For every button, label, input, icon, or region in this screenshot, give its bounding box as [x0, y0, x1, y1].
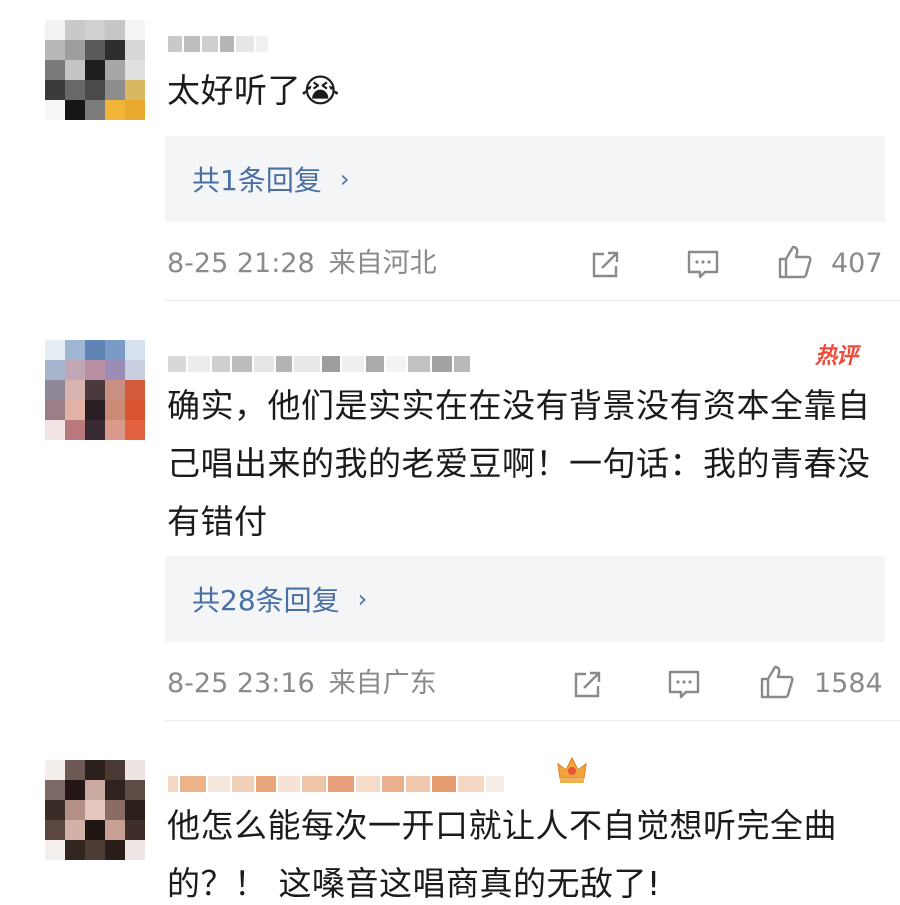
- reply-count-link[interactable]: 共28条回复: [192, 579, 340, 619]
- username[interactable]: [168, 776, 504, 792]
- like-icon[interactable]: [757, 662, 797, 702]
- comment-text: 确实，他们是实实在在没有背景没有资本全靠自己唱出来的我的老爱豆啊！一句话：我的青…: [167, 386, 871, 541]
- comment-item: 热评 确实，他们是实实在在没有背景没有资本全靠自己唱出来的我的老爱豆啊！一句话：…: [0, 300, 900, 721]
- reply-summary[interactable]: 共1条回复 ›: [165, 136, 885, 222]
- username[interactable]: [168, 36, 268, 52]
- avatar[interactable]: [45, 20, 145, 120]
- avatar[interactable]: [45, 340, 145, 440]
- share-icon[interactable]: [568, 664, 608, 704]
- timestamp: 8-25 21:28: [167, 248, 315, 279]
- reply-count-link[interactable]: 共1条回复: [192, 159, 322, 199]
- chevron-right-icon: ›: [339, 165, 350, 193]
- comment-icon[interactable]: [664, 664, 704, 704]
- crown-icon: [557, 756, 587, 783]
- chevron-right-icon: ›: [357, 585, 368, 613]
- like-count: 1584: [814, 668, 883, 699]
- timestamp: 8-25 23:16: [167, 668, 315, 699]
- like-count: 407: [831, 248, 883, 279]
- username[interactable]: [168, 356, 470, 372]
- comment-meta: 8-25 21:28 来自河北: [167, 246, 437, 282]
- comment-item: 他怎么能每次一开口就让人不自觉想听完全曲的？！ 这嗓音这唱商真的无敌了!: [0, 720, 900, 905]
- comment-text: 太好听了😭: [167, 71, 341, 110]
- comment-meta: 8-25 23:16 来自广东: [167, 666, 437, 702]
- location: 来自河北: [328, 248, 437, 279]
- comment-item: 太好听了😭 共1条回复 › 8-25 21:28 来自河北 407: [0, 0, 900, 301]
- hot-comment-badge: 热评: [815, 344, 858, 369]
- comment-text: 他怎么能每次一开口就让人不自觉想听完全曲的？！ 这嗓音这唱商真的无敌了!: [167, 806, 837, 903]
- location: 来自广东: [328, 668, 437, 699]
- like-icon[interactable]: [775, 242, 815, 282]
- reply-summary[interactable]: 共28条回复 ›: [165, 556, 885, 642]
- comment-icon[interactable]: [683, 244, 723, 284]
- share-icon[interactable]: [586, 244, 626, 284]
- avatar[interactable]: [45, 760, 145, 860]
